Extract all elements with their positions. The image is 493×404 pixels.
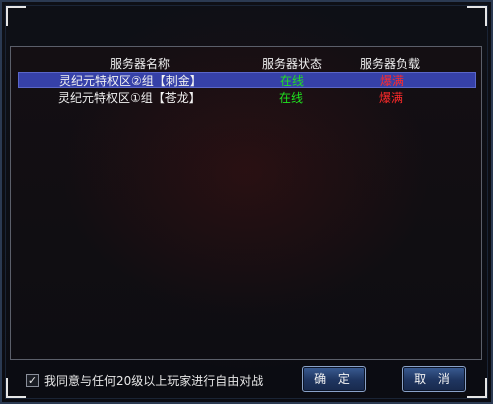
header-server-name: 服务器名称	[109, 57, 170, 71]
header-server-status: 服务器状态	[261, 57, 322, 71]
server-status: 在线	[278, 91, 303, 105]
frame-corner-ornament	[6, 378, 26, 398]
frame-corner-ornament	[467, 378, 487, 398]
checkmark-icon: ✓	[27, 373, 38, 387]
pvp-agreement-checkbox[interactable]: ✓	[26, 373, 39, 387]
cancel-button[interactable]: 取 消	[402, 366, 466, 392]
header-server-load: 服务器负载	[359, 57, 420, 71]
pvp-agreement[interactable]: ✓ 我同意与任何20级以上玩家进行自由对战	[26, 372, 263, 388]
server-load: 爆满	[379, 74, 404, 88]
server-row[interactable]: 灵纪元特权区②组【刺金】 在线 爆满	[18, 72, 476, 88]
frame-corner-ornament	[6, 6, 26, 26]
pvp-agreement-label[interactable]: 我同意与任何20级以上玩家进行自由对战	[44, 372, 263, 389]
server-row[interactable]: 灵纪元特权区①组【苍龙】 在线 爆满	[18, 90, 476, 106]
server-list-header: 服务器名称 服务器状态 服务器负载	[0, 55, 493, 71]
server-name: 灵纪元特权区①组【苍龙】	[58, 91, 201, 105]
confirm-button[interactable]: 确 定	[302, 366, 366, 392]
server-status: 在线	[279, 74, 304, 88]
server-name: 灵纪元特权区②组【刺金】	[59, 74, 202, 88]
server-load: 爆满	[378, 91, 403, 105]
frame-corner-ornament	[467, 6, 487, 26]
